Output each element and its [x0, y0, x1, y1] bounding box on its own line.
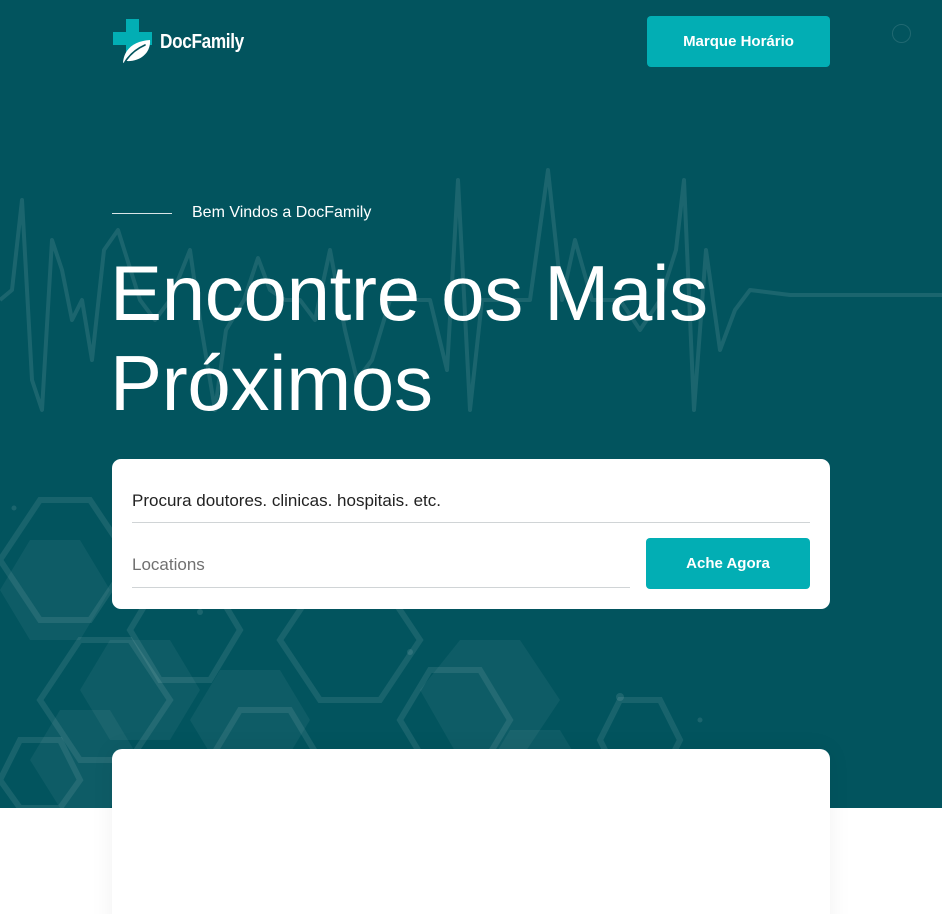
location-input[interactable]: [132, 543, 630, 588]
decorative-circle: [892, 24, 911, 43]
brand-logo[interactable]: DocFamily: [112, 19, 258, 65]
medical-cross-leaf-logo-icon: [113, 19, 152, 63]
find-now-button[interactable]: Ache Agora: [646, 538, 810, 589]
tagline-divider: [112, 212, 172, 214]
page-title: Encontre os Mais Próximos: [110, 248, 830, 428]
brand-name: DocFamily: [160, 30, 244, 53]
page-title-line-1: Encontre os Mais: [110, 249, 708, 337]
content-card: [112, 749, 830, 914]
page-title-line-2: Próximos: [110, 339, 433, 427]
welcome-tagline: Bem Vindos a DocFamily: [112, 204, 371, 222]
hero-section: DocFamily Marque Horário Bem Vindos a Do…: [0, 0, 942, 808]
schedule-appointment-button[interactable]: Marque Horário: [647, 16, 830, 67]
search-input[interactable]: [132, 479, 810, 523]
search-card: Ache Agora: [112, 459, 830, 609]
welcome-text: Bem Vindos a DocFamily: [192, 204, 372, 221]
